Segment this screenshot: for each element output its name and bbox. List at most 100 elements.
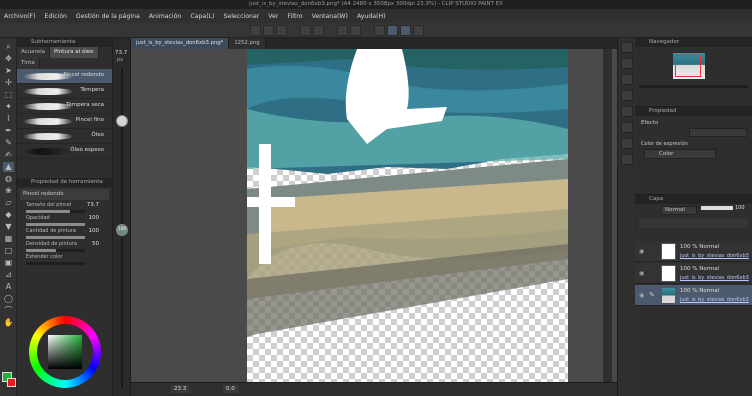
pencil-tool-icon[interactable]: ✎ bbox=[3, 138, 14, 148]
eye-icon[interactable]: ◉ bbox=[639, 270, 644, 277]
snap-grid-icon[interactable] bbox=[413, 25, 424, 36]
opacity-track[interactable] bbox=[121, 238, 123, 388]
layer-name[interactable]: just_is_by_stevias_don6xb3 bbox=[680, 253, 749, 259]
history-icon[interactable] bbox=[621, 106, 633, 117]
opacity-row[interactable]: Opacidad 100 bbox=[20, 215, 109, 228]
property-value[interactable]: 73.7 bbox=[87, 202, 99, 208]
figure-tool-icon[interactable]: □ bbox=[3, 246, 14, 256]
hue-ring[interactable] bbox=[29, 316, 101, 388]
tab-ink[interactable]: Tinta bbox=[17, 58, 40, 69]
selection-tool-icon[interactable]: ⬚ bbox=[3, 90, 14, 100]
auto-select-icon[interactable]: ✦ bbox=[3, 102, 14, 112]
drawing-canvas[interactable] bbox=[247, 49, 568, 382]
layer-name[interactable]: just_is_by_stevias_don6xb3 bbox=[680, 275, 749, 281]
brush-item-tempera[interactable]: Témpera bbox=[17, 84, 112, 99]
sub-color-swatch[interactable] bbox=[7, 378, 16, 387]
ruler-tool-icon[interactable]: ⊿ bbox=[3, 270, 14, 280]
menu-file[interactable]: Archivo(F) bbox=[4, 13, 36, 20]
eyedropper-icon[interactable]: ⌇ bbox=[3, 114, 14, 124]
property-slider[interactable] bbox=[26, 249, 85, 252]
menu-view[interactable]: Ver bbox=[268, 13, 278, 20]
blend-tool-icon[interactable]: ◆ bbox=[3, 210, 14, 220]
brush-item-oil[interactable]: Óleo bbox=[17, 129, 112, 144]
material-icon[interactable] bbox=[621, 90, 633, 101]
paint-density-row[interactable]: Densidad de pintura 50 bbox=[20, 241, 109, 254]
tab-watercolor[interactable]: Acuarela bbox=[17, 47, 50, 58]
property-slider[interactable] bbox=[26, 236, 85, 239]
open-file-icon[interactable] bbox=[263, 25, 274, 36]
airbrush-icon[interactable]: ◍ bbox=[3, 174, 14, 184]
brush-tool-icon[interactable]: ✍ bbox=[3, 150, 14, 160]
property-slider[interactable] bbox=[26, 223, 85, 226]
menu-help[interactable]: Ayuda(H) bbox=[357, 13, 386, 20]
brush-size-knob[interactable] bbox=[116, 114, 128, 127]
zoom-tool-icon[interactable]: ⌕ bbox=[3, 42, 14, 52]
property-value[interactable]: 100 bbox=[89, 228, 100, 234]
navigator-icon[interactable] bbox=[621, 42, 633, 53]
layer-name[interactable]: just_is_by_stevias_don6xb3 bbox=[680, 297, 749, 303]
info-icon[interactable] bbox=[621, 74, 633, 85]
vertical-scrollbar[interactable] bbox=[603, 49, 612, 382]
snap-ruler-icon[interactable] bbox=[400, 25, 411, 36]
property-slider[interactable] bbox=[26, 262, 85, 265]
property-slider[interactable] bbox=[26, 210, 85, 213]
auto-action-icon[interactable] bbox=[621, 138, 633, 149]
search-layer-icon[interactable] bbox=[621, 122, 633, 133]
paint-amount-row[interactable]: Cantidad de pintura 100 bbox=[20, 228, 109, 241]
deselect-icon[interactable] bbox=[374, 25, 385, 36]
tab-oil-paint[interactable]: Pintura al óleo bbox=[49, 47, 99, 58]
text-tool-icon[interactable]: A bbox=[3, 282, 14, 292]
subview-icon[interactable] bbox=[621, 58, 633, 69]
brush-item-round[interactable]: Pincel redondo bbox=[17, 69, 112, 84]
move-tool-icon[interactable]: ✥ bbox=[3, 54, 14, 64]
menu-filter[interactable]: Filtro bbox=[287, 13, 302, 20]
brush-size-track[interactable] bbox=[121, 68, 123, 228]
tab-document-second[interactable]: 1252.png bbox=[229, 38, 266, 49]
layer-move-icon[interactable]: ✢ bbox=[3, 78, 14, 88]
effect-buttons[interactable] bbox=[689, 128, 747, 137]
menu-animation[interactable]: Animación bbox=[149, 13, 182, 20]
opacity-knob[interactable]: 100 bbox=[116, 224, 128, 236]
redo-icon[interactable] bbox=[313, 25, 324, 36]
snap-icon[interactable] bbox=[387, 25, 398, 36]
color-stretch-row[interactable]: Extender color bbox=[20, 254, 109, 267]
undo-icon[interactable] bbox=[300, 25, 311, 36]
fill-tool-icon[interactable]: ▼ bbox=[3, 222, 14, 232]
property-value[interactable]: 100 bbox=[89, 215, 100, 221]
menu-page[interactable]: Gestión de la página bbox=[76, 13, 140, 20]
blend-mode-select[interactable]: Normal bbox=[661, 206, 697, 215]
layer-opacity-slider[interactable] bbox=[701, 206, 733, 210]
correct-line-icon[interactable]: ⌒ bbox=[3, 306, 14, 316]
zoom-value[interactable]: 23.3 bbox=[171, 385, 190, 393]
transform-icon[interactable] bbox=[350, 25, 361, 36]
layer-row[interactable]: ◉ ✎ 100 % Normal just_is_by_stevias_don6… bbox=[635, 285, 752, 306]
menu-edit[interactable]: Edición bbox=[45, 13, 67, 20]
paint-brush-icon[interactable]: ▲ bbox=[3, 162, 14, 172]
tab-document-main[interactable]: just_is_by_stevias_don6xb3.png* bbox=[131, 38, 230, 49]
layer-opacity-value[interactable]: 100 bbox=[735, 205, 745, 211]
layer-row[interactable]: ◉ 100 % Normal just_is_by_stevias_don6xb… bbox=[635, 263, 752, 284]
decoration-icon[interactable]: ❀ bbox=[3, 186, 14, 196]
layer-row[interactable]: ◉ 100 % Normal just_is_by_stevias_don6xb… bbox=[635, 241, 752, 262]
menu-window[interactable]: Ventana(W) bbox=[312, 13, 348, 20]
clear-icon[interactable] bbox=[337, 25, 348, 36]
hand-tool-icon[interactable]: ✋ bbox=[3, 318, 14, 328]
eraser-icon[interactable]: ▱ bbox=[3, 198, 14, 208]
pen-tool-icon[interactable]: ✒ bbox=[3, 126, 14, 136]
menu-select[interactable]: Seleccionar bbox=[223, 13, 259, 20]
navigator-view-rect[interactable] bbox=[675, 55, 701, 77]
item-bank-icon[interactable] bbox=[621, 154, 633, 165]
operation-tool-icon[interactable]: ➤ bbox=[3, 66, 14, 76]
new-file-icon[interactable] bbox=[250, 25, 261, 36]
rotation-value[interactable]: 0.0 bbox=[223, 385, 238, 393]
balloon-tool-icon[interactable]: ◯ bbox=[3, 294, 14, 304]
expression-color-select[interactable]: Color bbox=[644, 149, 716, 159]
property-value[interactable]: 50 bbox=[92, 241, 99, 247]
brush-size-row[interactable]: Tamaño del pincel 73.7 bbox=[20, 202, 109, 215]
eye-icon[interactable]: ◉ bbox=[639, 292, 644, 299]
navigator-zoom-slider[interactable] bbox=[639, 85, 748, 88]
frame-tool-icon[interactable]: ▣ bbox=[3, 258, 14, 268]
save-icon[interactable] bbox=[276, 25, 287, 36]
brush-item-thick-oil[interactable]: Óleo espeso bbox=[17, 144, 112, 159]
brush-item-dry-tempera[interactable]: Témpera seca bbox=[17, 99, 112, 114]
